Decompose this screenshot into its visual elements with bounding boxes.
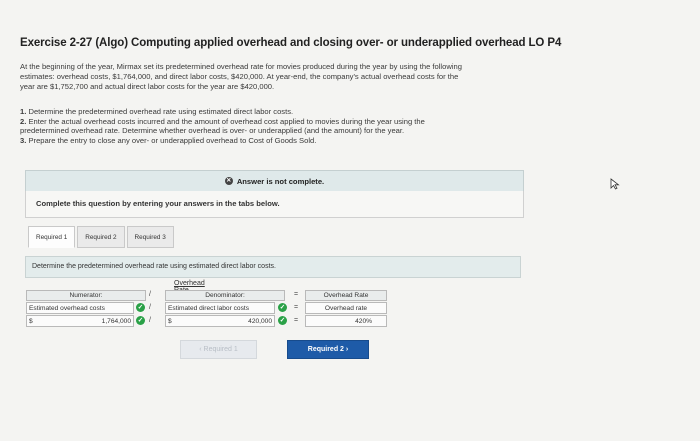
denominator-header: Denominator: xyxy=(165,290,285,301)
mouse-cursor-icon xyxy=(610,178,620,190)
instructions-box: Complete this question by entering your … xyxy=(25,191,524,218)
requirement-item: predetermined overhead rate. Determine w… xyxy=(20,126,405,136)
numerator-header: Numerator: xyxy=(26,290,146,301)
next-required-button[interactable]: Required 2 › xyxy=(287,340,369,359)
check-icon: ✓ xyxy=(136,303,145,312)
tab-required-2[interactable]: Required 2 xyxy=(77,226,125,248)
answer-status-text: Answer is not complete. xyxy=(236,176,325,186)
check-icon: ✓ xyxy=(278,316,287,325)
check-icon: ✓ xyxy=(278,303,287,312)
requirement-item: 3. Prepare the entry to close any over- … xyxy=(20,136,317,146)
equals-operator: = xyxy=(294,317,299,324)
page-title: Exercise 2-27 (Algo) Computing applied o… xyxy=(20,37,562,49)
result-header: Overhead Rate xyxy=(305,290,387,301)
result-value: 420% xyxy=(305,315,387,327)
divide-operator: / xyxy=(149,291,151,298)
result-label: Overhead rate xyxy=(305,302,387,314)
problem-intro: At the beginning of the year, Mirmax set… xyxy=(20,62,580,92)
intro-line: year are $1,752,700 and actual direct la… xyxy=(20,82,275,91)
requirements-list: 1. Determine the predetermined overhead … xyxy=(20,107,540,146)
numerator-label-input[interactable]: Estimated overhead costs xyxy=(26,302,134,314)
denominator-label-input[interactable]: Estimated direct labor costs xyxy=(165,302,275,314)
divide-operator: / xyxy=(149,304,151,311)
instructions-text: Complete this question by entering your … xyxy=(36,199,280,208)
equals-operator: = xyxy=(294,304,299,311)
prev-required-button[interactable]: ‹ Required 1 xyxy=(180,340,257,359)
tab-required-1[interactable]: Required 1 xyxy=(28,226,76,248)
check-icon: ✓ xyxy=(136,316,145,325)
answer-status-banner: ✕ Answer is not complete. xyxy=(25,170,524,192)
denominator-value-input[interactable]: $ 420,000 xyxy=(165,315,275,327)
required-tabs: Required 1 Required 2 Required 3 xyxy=(28,226,176,248)
equals-operator: = xyxy=(294,291,299,298)
intro-line: At the beginning of the year, Mirmax set… xyxy=(20,62,462,71)
numerator-value-input[interactable]: $ 1,764,000 xyxy=(26,315,134,327)
question-prompt: Determine the predetermined overhead rat… xyxy=(25,256,521,278)
requirement-item: 1. Determine the predetermined overhead … xyxy=(20,107,294,116)
intro-line: estimates: overhead costs, $1,764,000, a… xyxy=(20,72,459,81)
chevron-right-icon: › xyxy=(343,346,349,353)
divide-operator: / xyxy=(149,317,151,324)
x-circle-icon: ✕ xyxy=(224,177,233,185)
requirement-item: 2. Enter the actual overhead costs incur… xyxy=(20,116,425,126)
tab-required-3[interactable]: Required 3 xyxy=(126,226,174,248)
